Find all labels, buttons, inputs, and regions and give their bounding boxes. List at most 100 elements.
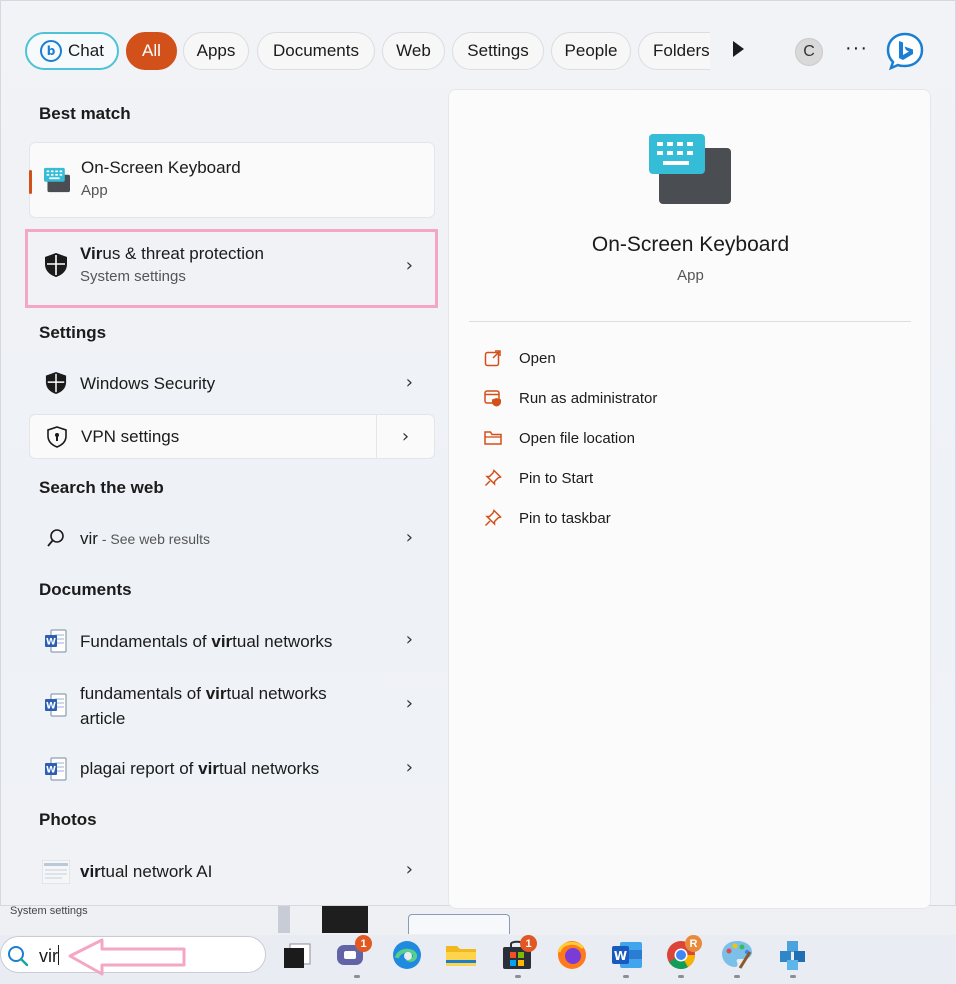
action-label: Pin to taskbar [519,509,611,527]
running-indicator [734,975,740,978]
cube-app-icon[interactable] [776,938,810,972]
action-pin-to-start[interactable]: Pin to Start [483,466,593,490]
action-label: Run as administrator [519,389,658,407]
file-explorer-icon[interactable] [444,938,478,972]
windows-security-shield-icon [43,252,69,278]
settings-item-windows-security[interactable]: Windows Security › [29,361,435,406]
chevron-right-icon: › [405,693,413,714]
running-indicator [623,975,629,978]
document-item[interactable]: W fundamentals of virtual networks artic… [29,673,435,737]
web-search-label: vir - See web results [80,529,211,548]
filter-settings[interactable]: Settings [452,32,544,70]
svg-text:W: W [614,949,627,963]
action-open-file-location[interactable]: Open file location [483,426,635,450]
virus-item-label: Virus & threat protection [80,244,264,263]
svg-text:W: W [46,766,56,776]
action-run-as-admin[interactable]: Run as administrator [483,386,657,410]
search-icon [8,946,29,967]
best-match-item[interactable]: On-Screen Keyboard App [29,142,435,218]
pin-icon [483,468,503,488]
scroll-filters-right-icon[interactable] [733,41,744,57]
filter-apps[interactable]: Apps [183,32,249,70]
chevron-right-icon: › [405,255,413,276]
filter-bar: b Chat All Apps Documents Web Settings P… [23,31,943,71]
search-input[interactable]: vir [39,945,59,967]
running-indicator [354,975,360,978]
preview-title: On-Screen Keyboard [591,233,790,256]
settings-item-label: Windows Security [80,374,216,393]
action-label: Open file location [519,429,635,447]
photo-item[interactable]: virtual network AI › [29,848,435,894]
chat-filter-label: Chat [68,41,104,60]
selection-accent [29,170,32,194]
filter-web[interactable]: Web [382,32,445,70]
document-item[interactable]: W Fundamentals of virtual networks › [29,618,435,664]
settings-item-label: VPN settings [81,427,180,446]
search-web-heading: Search the web [39,478,164,497]
svg-text:W: W [46,638,56,648]
svg-text:W: W [46,702,56,712]
virus-threat-protection-item[interactable]: Virus & threat protection System setting… [29,232,435,304]
bing-icon[interactable] [885,31,925,71]
bing-chat-icon: b [40,40,63,62]
search-icon [43,525,69,551]
annotation-arrow [68,938,186,976]
chevron-right-icon: › [405,629,413,650]
best-match-type: App [81,182,108,199]
profile-badge: R [685,935,702,952]
preview-subtitle: App [677,267,704,284]
background-element [322,905,368,933]
word-document-icon: W [43,692,69,718]
edge-browser-icon[interactable] [390,938,424,972]
vpn-shield-icon [44,424,70,450]
action-label: Open [519,349,556,367]
task-view-icon[interactable] [280,938,314,972]
filter-people[interactable]: People [551,32,631,70]
action-label: Pin to Start [519,469,594,487]
documents-heading: Documents [39,580,132,599]
word-app-icon[interactable]: W [610,938,644,972]
best-match-name: On-Screen Keyboard [81,158,241,177]
pin-icon [483,508,503,528]
vpn-expand-button[interactable]: › [376,415,434,458]
document-label: Fundamentals of virtual networks [80,632,333,651]
photo-label: virtual network AI [80,862,213,881]
settings-heading: Settings [39,323,107,342]
account-avatar[interactable]: C [795,38,823,66]
filter-folders[interactable]: Folders [638,32,710,70]
running-indicator [678,975,684,978]
background-tab [408,914,510,934]
action-pin-to-taskbar[interactable]: Pin to taskbar [483,506,611,530]
chevron-right-icon: › [405,859,413,880]
web-search-item[interactable]: vir - See web results › [29,516,435,561]
preview-pane: On-Screen Keyboard App Open Run as admin… [448,89,931,909]
background-element [278,905,290,933]
filter-all[interactable]: All [126,32,177,70]
open-external-icon [483,348,503,368]
best-match-heading: Best match [39,104,131,123]
search-panel: b Chat All Apps Documents Web Settings P… [0,0,956,909]
virus-item-subtitle: System settings [80,268,186,285]
document-label: fundamentals of virtual networks article [80,684,327,728]
word-document-icon: W [43,756,69,782]
chat-filter-button[interactable]: b Chat [25,32,119,70]
document-item[interactable]: W plagai report of virtual networks › [29,746,435,792]
windows-security-shield-icon [43,370,69,396]
preview-divider [469,321,911,322]
photos-heading: Photos [39,810,97,829]
image-thumbnail-icon [41,859,71,885]
document-label: plagai report of virtual networks [80,759,320,778]
filter-documents[interactable]: Documents [257,32,375,70]
action-open[interactable]: Open [483,346,556,370]
notification-badge: 1 [520,935,537,952]
keyboard-app-icon [44,167,70,193]
background-caption: System settings [10,905,88,917]
notification-badge: 1 [355,935,372,952]
more-options-icon[interactable]: ··· [845,37,868,60]
firefox-browser-icon[interactable] [555,938,589,972]
shield-admin-icon [483,388,503,408]
folder-icon [483,428,503,448]
keyboard-app-large-icon [649,134,731,204]
settings-item-vpn[interactable]: VPN settings › [29,414,435,459]
paint-app-icon[interactable] [720,938,754,972]
